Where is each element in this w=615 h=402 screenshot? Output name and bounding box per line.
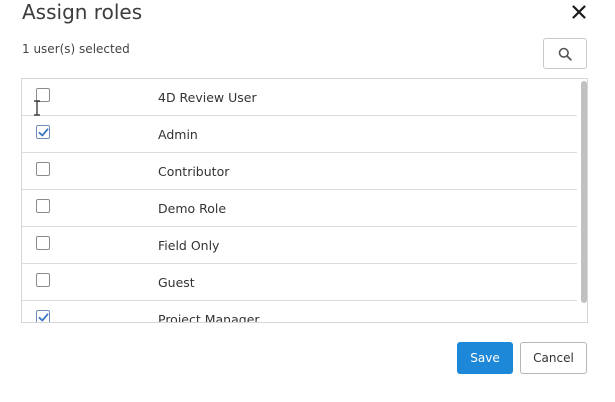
role-label: Guest — [158, 275, 195, 290]
scroll-thumb[interactable] — [581, 81, 587, 303]
role-row[interactable]: Project Manager — [22, 301, 577, 323]
close-button[interactable] — [569, 2, 589, 22]
role-row[interactable]: Guest — [22, 264, 577, 301]
role-checkbox[interactable] — [36, 273, 50, 287]
role-row[interactable]: Admin — [22, 116, 577, 153]
role-checkbox[interactable] — [36, 236, 50, 250]
role-checkbox[interactable] — [36, 125, 50, 139]
roles-list-content: 4D Review User Admin Contributor Demo Role F… — [22, 79, 577, 323]
role-checkbox[interactable] — [36, 310, 50, 322]
role-label: 4D Review User — [158, 90, 257, 105]
save-button[interactable]: Save — [457, 342, 513, 374]
role-label: Admin — [158, 127, 198, 142]
role-checkbox[interactable] — [36, 162, 50, 176]
search-button[interactable] — [543, 38, 587, 69]
assign-roles-dialog: Assign roles 1 user(s) selected 4D Revie… — [0, 0, 615, 402]
role-label: Project Manager — [158, 312, 260, 323]
scrollbar[interactable] — [579, 79, 587, 322]
dialog-title: Assign roles — [22, 0, 143, 24]
checkmark-icon — [38, 312, 48, 321]
role-label: Field Only — [158, 238, 220, 253]
role-row[interactable]: Field Only — [22, 227, 577, 264]
selection-summary: 1 user(s) selected — [22, 42, 130, 56]
checkmark-icon — [38, 127, 48, 136]
role-label: Demo Role — [158, 201, 227, 216]
role-checkbox[interactable] — [36, 199, 50, 213]
role-checkbox[interactable] — [36, 88, 50, 102]
cancel-button[interactable]: Cancel — [520, 342, 587, 374]
role-label: Contributor — [158, 164, 230, 179]
role-row[interactable]: Contributor — [22, 153, 577, 190]
close-icon — [572, 5, 586, 19]
role-row[interactable]: 4D Review User — [22, 79, 577, 116]
role-row[interactable]: Demo Role — [22, 190, 577, 227]
search-icon — [558, 47, 572, 61]
roles-list[interactable]: 4D Review User Admin Contributor Demo Role F… — [21, 78, 588, 323]
